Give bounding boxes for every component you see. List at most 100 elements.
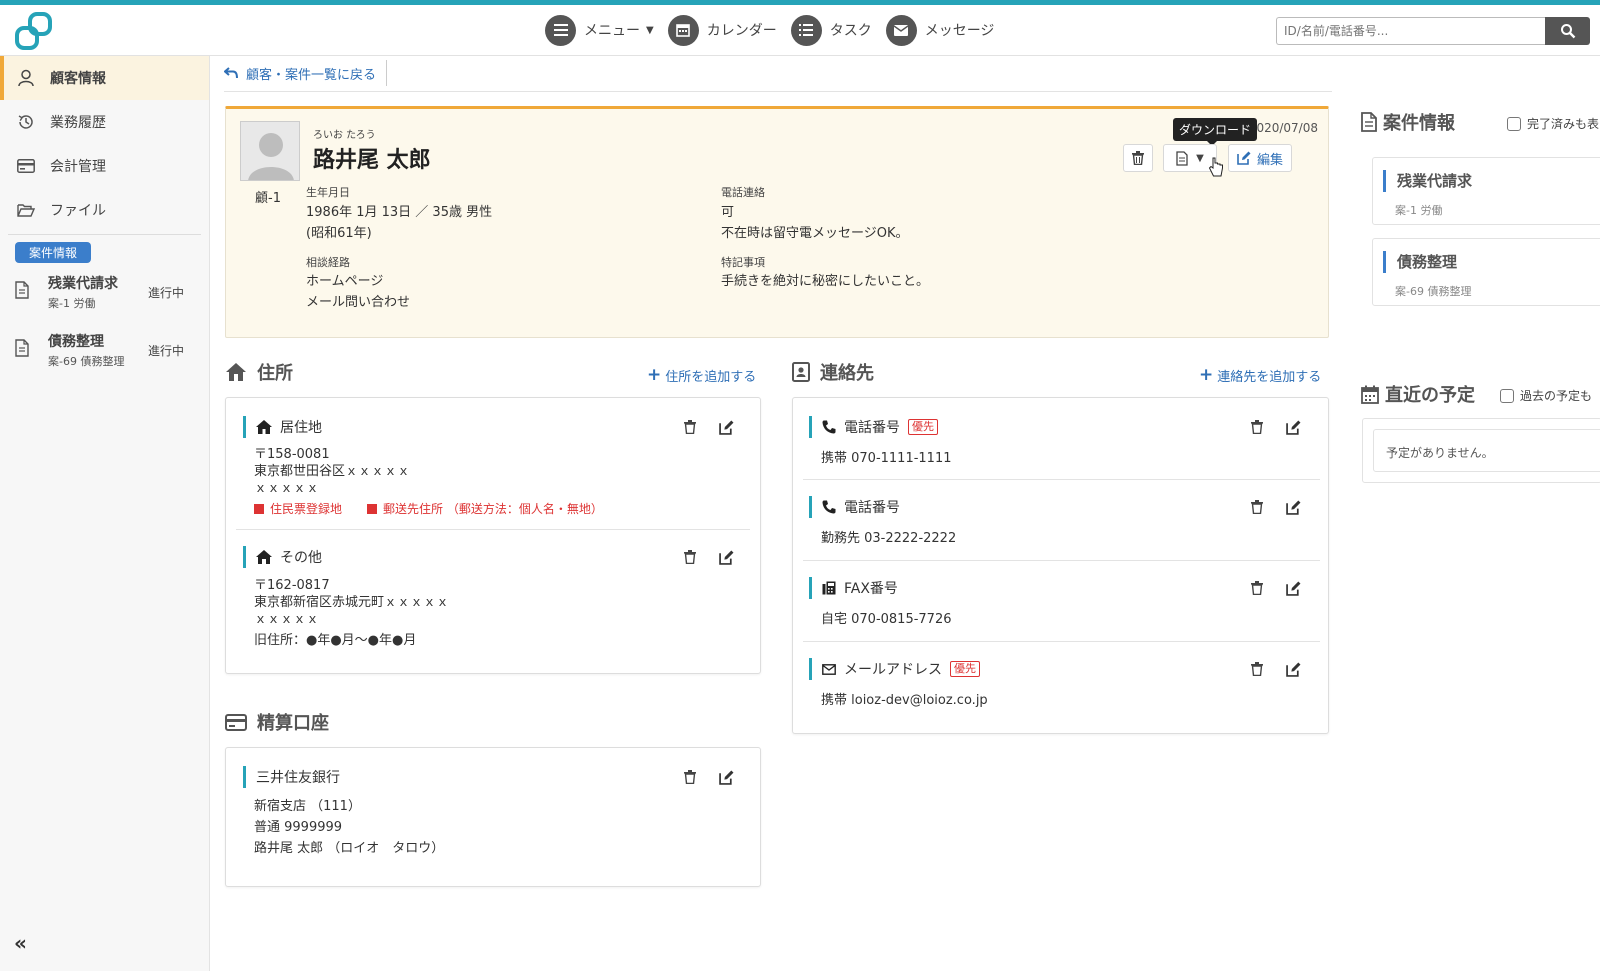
nav-task[interactable]: タスク	[790, 14, 872, 46]
contact-entry-head: 電話番号 優先	[809, 416, 938, 438]
entry-accent-bar	[809, 658, 812, 680]
nav-calendar[interactable]: カレンダー	[667, 14, 777, 46]
delete-contact-button[interactable]	[1248, 660, 1266, 678]
sidebar-item-customer-info[interactable]: 顧客情報	[0, 56, 209, 100]
document-icon	[15, 339, 33, 361]
phone-contact-note: 不在時は留守電メッセージOK。	[721, 226, 909, 241]
edit-button[interactable]: 編集	[1228, 144, 1292, 172]
priority-badge: 優先	[950, 661, 980, 677]
main-nav: メニュー ▼ カレンダー タスク メッセージ	[545, 14, 1008, 46]
sidebar-item-files[interactable]: ファイル	[0, 188, 209, 232]
edit-icon	[1285, 500, 1300, 515]
edit-icon	[1285, 662, 1300, 677]
case-subtitle: 案-1 労働	[48, 297, 96, 310]
delete-contact-button[interactable]	[1248, 579, 1266, 597]
address-section-title: 住所	[225, 359, 293, 385]
collapse-sidebar-icon[interactable]: «	[14, 931, 27, 955]
sidebar-case-item[interactable]: 残業代請求 案-1 労働 進行中	[0, 263, 209, 321]
contact-value: 携帯 070-1111-1111	[821, 451, 952, 466]
edit-contact-button[interactable]	[1284, 418, 1302, 436]
delete-address-button[interactable]	[681, 548, 699, 566]
add-contact-link[interactable]: + 連絡先を追加する	[1199, 365, 1321, 385]
plus-icon: +	[647, 365, 662, 385]
sidebar: 顧客情報 業務履歴 会計管理 ファイル 案件情報 残業代請求 案-1 労働 進行…	[0, 56, 210, 971]
case-info-badge: 案件情報	[15, 242, 92, 263]
contacts-section-title: 連絡先	[792, 359, 874, 385]
trash-icon	[684, 550, 696, 564]
nav-message[interactable]: メッセージ	[885, 14, 994, 46]
app-logo[interactable]	[14, 11, 54, 51]
delete-contact-button[interactable]	[1248, 418, 1266, 436]
trash-icon	[1251, 500, 1263, 514]
trash-icon	[1132, 151, 1144, 165]
person-icon	[16, 68, 36, 88]
delete-button[interactable]	[1123, 144, 1153, 172]
history-icon	[16, 112, 36, 132]
sidebar-item-history[interactable]: 業務履歴	[0, 100, 209, 144]
phone-icon	[822, 500, 836, 514]
address-line: 東京都新宿区赤城元町ｘｘｘｘｘ	[254, 595, 450, 610]
contact-type: 電話番号	[844, 420, 900, 436]
add-address-link[interactable]: + 住所を追加する	[647, 365, 756, 385]
checkbox-box[interactable]	[1507, 116, 1521, 131]
note-text: 住民票登録地	[270, 502, 343, 516]
bank-entry-head: 三井住友銀行	[243, 766, 340, 788]
birth-label: 生年月日	[306, 186, 350, 199]
edit-icon	[1285, 581, 1300, 596]
trash-icon	[684, 770, 696, 784]
edit-contact-button[interactable]	[1284, 498, 1302, 516]
search-input[interactable]	[1276, 17, 1545, 45]
edit-address-button[interactable]	[717, 418, 735, 436]
mouse-cursor-icon	[1208, 157, 1224, 181]
breadcrumb[interactable]: 顧客・案件一覧に戻る	[224, 60, 388, 86]
contact-type: 電話番号	[844, 500, 900, 516]
house-icon	[256, 420, 272, 434]
postal-code: 〒158-0081	[254, 447, 330, 462]
checkbox-label: 完了済みも表	[1527, 117, 1600, 131]
contacts-card: 電話番号 優先 携帯 070-1111-1111 電話番号 勤務先 03-222…	[792, 397, 1329, 734]
contact-entry-head: FAX番号	[809, 577, 898, 599]
delete-contact-button[interactable]	[1248, 498, 1266, 516]
search-button[interactable]	[1545, 17, 1590, 45]
edit-contact-button[interactable]	[1284, 660, 1302, 678]
delete-account-button[interactable]	[681, 768, 699, 786]
sidebar-item-label: 顧客情報	[50, 71, 106, 87]
edit-account-button[interactable]	[717, 768, 735, 786]
sidebar-case-item[interactable]: 債務整理 案-69 債務整理 進行中	[0, 321, 209, 379]
route-value-2: メール問い合わせ	[306, 295, 411, 310]
show-past-checkbox[interactable]: 過去の予定も	[1500, 387, 1592, 404]
address-book-icon	[792, 362, 810, 382]
edit-contact-button[interactable]	[1284, 579, 1302, 597]
case-card[interactable]: 残業代請求 案-1 労働	[1372, 157, 1600, 225]
plus-icon: +	[1199, 365, 1214, 385]
entry-divider	[236, 529, 750, 530]
folder-open-icon	[16, 200, 36, 220]
show-completed-checkbox[interactable]: 完了済みも表	[1507, 115, 1599, 132]
nav-menu[interactable]: メニュー ▼	[545, 14, 654, 46]
edit-address-button[interactable]	[717, 548, 735, 566]
bank-branch: 新宿支店 （111）	[254, 799, 361, 814]
edit-icon	[718, 420, 733, 435]
case-card-name: 残業代請求	[1397, 172, 1473, 190]
address-type: その他	[280, 550, 322, 566]
notes-value: 手続きを絶対に秘密にしたいこと。	[721, 274, 930, 289]
home-icon	[256, 550, 272, 564]
house-icon	[225, 362, 247, 382]
address-line: ｘｘｘｘｘ	[254, 612, 320, 627]
delete-address-button[interactable]	[681, 418, 699, 436]
trash-icon	[684, 420, 696, 434]
checkbox-box[interactable]	[1500, 388, 1514, 403]
sidebar-item-accounting[interactable]: 会計管理	[0, 144, 209, 188]
checkbox-label: 過去の予定も	[1520, 389, 1593, 403]
contact-value: 勤務先 03-2222-2222	[821, 531, 957, 546]
bank-name: 三井住友銀行	[256, 770, 340, 786]
case-card[interactable]: 債務整理 案-69 債務整理	[1372, 238, 1600, 306]
add-address-label: 住所を追加する	[665, 369, 757, 385]
breadcrumb-divider	[224, 91, 1332, 92]
account-holder: 路井尾 太郎 （ロイオ タロウ）	[254, 841, 445, 856]
contact-type: メールアドレス	[844, 662, 942, 678]
back-link[interactable]: 顧客・案件一覧に戻る	[246, 64, 376, 83]
fax-icon	[822, 581, 836, 595]
edit-icon	[718, 550, 733, 565]
case-status: 進行中	[148, 343, 185, 358]
